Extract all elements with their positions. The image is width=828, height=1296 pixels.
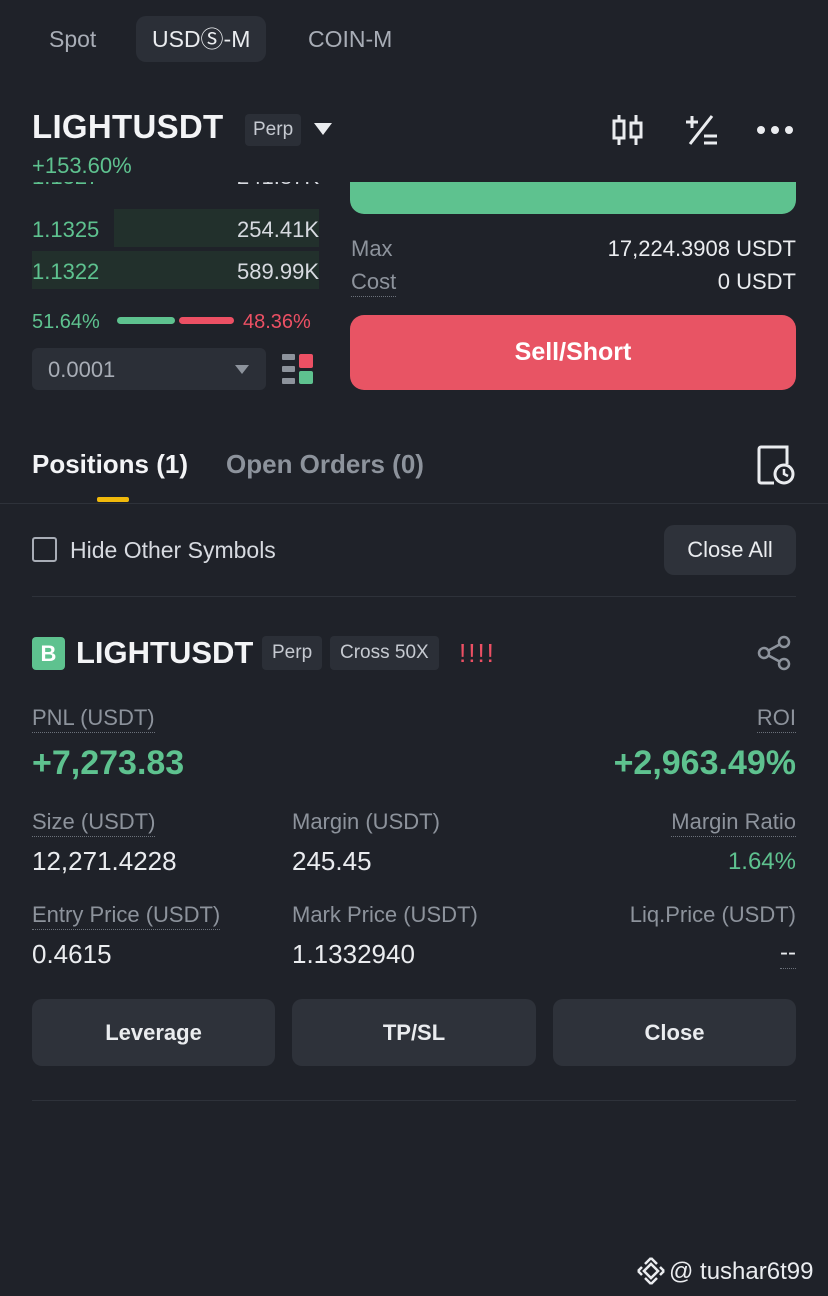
position-symbol[interactable]: LIGHTUSDT bbox=[76, 635, 253, 671]
margin-ratio-value: 1.64% bbox=[727, 848, 796, 875]
buy-long-button-partial[interactable] bbox=[350, 182, 796, 214]
margin-ratio-label[interactable]: Margin Ratio bbox=[671, 809, 796, 837]
roi-label[interactable]: ROI bbox=[756, 705, 796, 733]
tpsl-button[interactable]: TP/SL bbox=[292, 999, 536, 1066]
bid-price: 1.1325 bbox=[32, 217, 100, 242]
sell-short-button[interactable]: Sell/Short bbox=[350, 315, 796, 390]
pnl-label[interactable]: PNL (USDT) bbox=[32, 705, 155, 733]
position-margin-tag[interactable]: Cross 50X bbox=[330, 636, 439, 670]
tab-open-orders[interactable]: Open Orders (0) bbox=[226, 449, 424, 480]
tab-coinm[interactable]: COIN-M bbox=[292, 16, 408, 62]
orderbook-row[interactable]: 1.1325 254.41K bbox=[32, 209, 319, 247]
precision-select[interactable]: 0.0001 bbox=[32, 348, 266, 390]
margin-value: 245.45 bbox=[292, 846, 372, 876]
entry-price-label[interactable]: Entry Price (USDT) bbox=[32, 902, 221, 930]
mark-price-label: Mark Price (USDT) bbox=[292, 902, 478, 927]
tab-usdm[interactable]: USDⓈ-M bbox=[136, 16, 267, 62]
perp-tag: Perp bbox=[245, 114, 302, 146]
filter-divider bbox=[32, 596, 796, 597]
binance-logo-icon bbox=[637, 1257, 665, 1285]
bid-qty: 589.99K bbox=[237, 259, 319, 284]
history-icon[interactable] bbox=[756, 444, 796, 486]
size-label[interactable]: Size (USDT) bbox=[32, 809, 156, 837]
candlestick-chart-icon[interactable] bbox=[610, 112, 646, 148]
card-divider bbox=[32, 1100, 796, 1101]
calculator-icon[interactable] bbox=[683, 112, 719, 148]
max-value: 17,224.3908 USDT bbox=[607, 236, 796, 261]
orderbook-row[interactable]: 1.1322 589.99K bbox=[32, 251, 319, 289]
size-value: 12,271.4228 bbox=[32, 846, 177, 876]
sell-ratio: 48.36% bbox=[243, 311, 311, 333]
close-all-button[interactable]: Close All bbox=[664, 525, 796, 575]
leverage-button[interactable]: Leverage bbox=[32, 999, 275, 1066]
orderbook-cut-row: 1.1327 241.87K bbox=[32, 182, 319, 194]
pnl-value: +7,273.83 bbox=[32, 744, 185, 782]
layout-icon[interactable] bbox=[281, 352, 315, 386]
margin-label: Margin (USDT) bbox=[292, 809, 440, 834]
risk-warning-icon: !!!! bbox=[459, 638, 496, 668]
chevron-down-icon bbox=[235, 365, 249, 374]
bid-price: 1.1322 bbox=[32, 259, 100, 284]
watermark-text: @ tushar6t99 bbox=[669, 1258, 814, 1285]
roi-value: +2,963.49% bbox=[613, 744, 796, 782]
liq-price-label: Liq.Price (USDT) bbox=[629, 902, 796, 927]
more-icon[interactable] bbox=[756, 120, 794, 140]
chevron-down-icon[interactable] bbox=[313, 122, 333, 136]
ratio-bar bbox=[117, 317, 234, 324]
symbol-title[interactable]: LIGHTUSDT bbox=[32, 108, 224, 146]
liq-price-value: -- bbox=[780, 939, 796, 969]
cost-value: 0 USDT bbox=[717, 269, 796, 294]
position-perp-tag: Perp bbox=[262, 636, 323, 670]
price-change: +153.60% bbox=[32, 153, 132, 178]
buy-side-badge: B bbox=[32, 637, 65, 670]
mark-price-value: 1.1332940 bbox=[292, 939, 415, 969]
max-label: Max bbox=[351, 236, 393, 261]
buy-ratio: 51.64% bbox=[32, 311, 100, 333]
hide-other-symbols-label[interactable]: Hide Other Symbols bbox=[70, 537, 276, 564]
share-icon[interactable] bbox=[757, 635, 793, 671]
bid-qty: 254.41K bbox=[237, 217, 319, 242]
tab-spot[interactable]: Spot bbox=[33, 16, 112, 62]
close-position-button[interactable]: Close bbox=[553, 999, 796, 1066]
cost-label[interactable]: Cost bbox=[351, 269, 397, 297]
hide-other-symbols-checkbox[interactable] bbox=[32, 537, 57, 562]
tab-positions[interactable]: Positions (1) bbox=[32, 449, 188, 480]
entry-price-value: 0.4615 bbox=[32, 939, 112, 969]
tabs-divider bbox=[0, 503, 828, 504]
active-tab-indicator bbox=[97, 497, 129, 502]
